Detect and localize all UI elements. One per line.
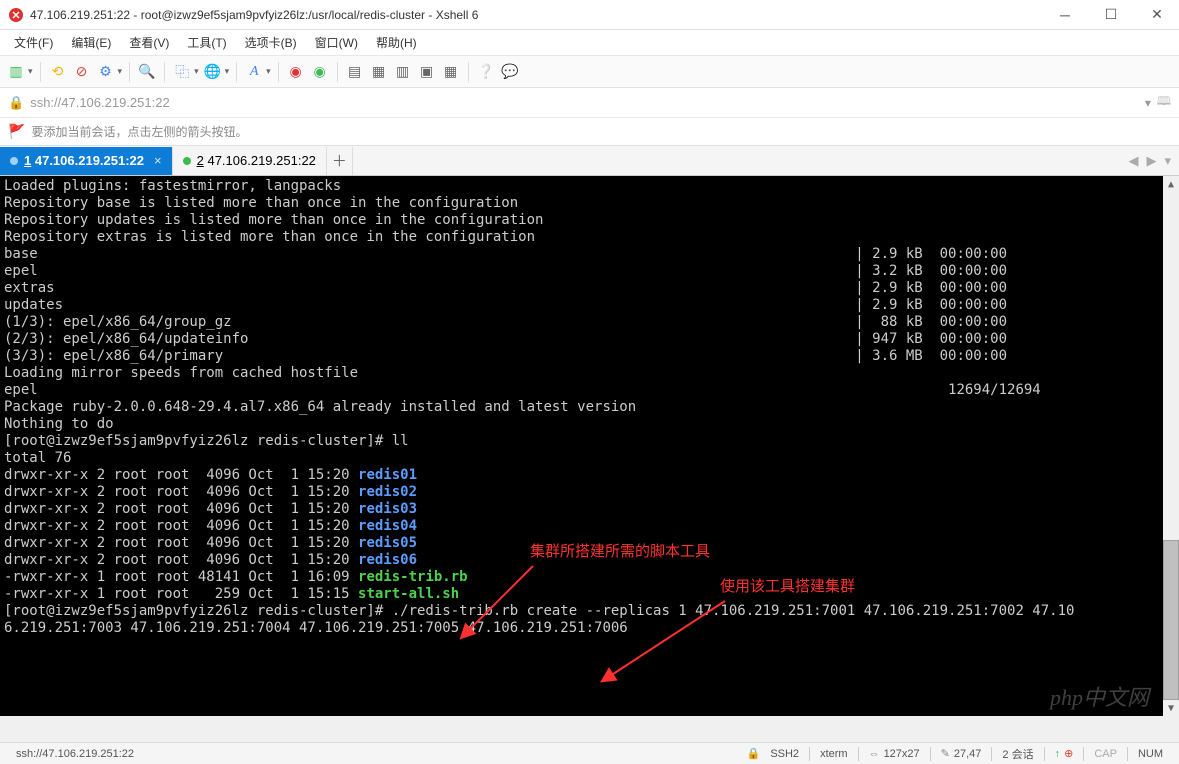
- scroll-thumb[interactable]: [1163, 540, 1179, 700]
- scroll-down-icon[interactable]: ▼: [1163, 700, 1179, 716]
- tab-prev-icon[interactable]: ◀: [1128, 153, 1138, 169]
- reconnect-icon[interactable]: ⟲: [48, 62, 68, 82]
- status-term: xterm: [810, 748, 858, 760]
- xagent-icon[interactable]: ◉: [286, 62, 306, 82]
- window-title: 47.106.219.251:22 - root@izwz9ef5sjam9pv…: [30, 8, 1051, 22]
- status-dot-icon: [10, 157, 18, 165]
- grid-icon[interactable]: ▦: [441, 62, 461, 82]
- tab-2[interactable]: 2 47.106.219.251:22: [173, 147, 327, 175]
- close-button[interactable]: ✕: [1143, 5, 1171, 25]
- tab-close-icon[interactable]: ×: [154, 153, 162, 168]
- terminal[interactable]: Loaded plugins: fastestmirror, langpacks…: [0, 176, 1179, 716]
- tab-1[interactable]: 1 47.106.219.251:22 ×: [0, 147, 173, 175]
- chat-icon[interactable]: 💬: [500, 62, 520, 82]
- status-size: ⇔127x27: [859, 748, 930, 760]
- menu-file[interactable]: 文件(F): [6, 31, 61, 54]
- tab-next-icon[interactable]: ▶: [1146, 153, 1156, 169]
- status-ssh: SSH2: [760, 748, 809, 760]
- hint-bar: 🚩 要添加当前会话，点击左侧的箭头按钮。: [0, 118, 1179, 146]
- vert-icon[interactable]: ▣: [417, 62, 437, 82]
- scrollbar[interactable]: ▲ ▼: [1163, 176, 1179, 716]
- help-icon[interactable]: ❔: [476, 62, 496, 82]
- menu-tools[interactable]: 工具(T): [179, 31, 234, 54]
- tab-label: 2 47.106.219.251:22: [197, 153, 316, 168]
- lock-icon: 🔒: [747, 747, 761, 760]
- menu-window[interactable]: 窗口(W): [307, 31, 366, 54]
- horiz-icon[interactable]: ▥: [393, 62, 413, 82]
- tab-nav: ◀ ▶ ▾: [1128, 153, 1179, 169]
- address-bar: 🔒 ssh://47.106.219.251:22 ▾ 🕮: [0, 88, 1179, 118]
- menu-bar: 文件(F) 编辑(E) 查看(V) 工具(T) 选项卡(B) 窗口(W) 帮助(…: [0, 30, 1179, 56]
- new-session-icon[interactable]: ▥: [6, 62, 26, 82]
- tab-menu-icon[interactable]: ▾: [1164, 153, 1171, 169]
- hint-text: 要添加当前会话，点击左侧的箭头按钮。: [31, 123, 247, 140]
- address-url[interactable]: ssh://47.106.219.251:22: [30, 95, 1139, 110]
- menu-view[interactable]: 查看(V): [121, 31, 177, 54]
- history-icon[interactable]: ▾: [1145, 96, 1151, 110]
- status-sessions: 2 会话: [992, 746, 1043, 762]
- lock-icon: 🔒: [8, 95, 24, 111]
- status-num: NUM: [1128, 748, 1173, 760]
- status-cap: CAP: [1084, 748, 1127, 760]
- globe-icon[interactable]: 🌐: [203, 62, 223, 82]
- tile-icon[interactable]: ▤: [345, 62, 365, 82]
- menu-edit[interactable]: 编辑(E): [63, 31, 119, 54]
- watermark: php中文网: [1050, 689, 1149, 706]
- tab-bar: 1 47.106.219.251:22 × 2 47.106.219.251:2…: [0, 146, 1179, 176]
- font-icon[interactable]: A: [244, 62, 264, 82]
- properties-icon[interactable]: ⚙: [96, 62, 116, 82]
- status-updown: ↑ ⊕: [1045, 747, 1084, 760]
- maximize-button[interactable]: ☐: [1097, 5, 1125, 25]
- disconnect-icon[interactable]: ⊘: [72, 62, 92, 82]
- menu-tab[interactable]: 选项卡(B): [237, 31, 305, 54]
- scroll-up-icon[interactable]: ▲: [1163, 176, 1179, 192]
- title-bar: 47.106.219.251:22 - root@izwz9ef5sjam9pv…: [0, 0, 1179, 30]
- app-icon: [8, 7, 24, 23]
- xftp-icon[interactable]: ◉: [310, 62, 330, 82]
- minimize-button[interactable]: ─: [1051, 5, 1079, 25]
- status-address: ssh://47.106.219.251:22: [6, 748, 144, 760]
- status-bar: ssh://47.106.219.251:22 🔒 SSH2 xterm ⇔12…: [0, 742, 1179, 764]
- search-icon[interactable]: 🔍: [137, 62, 157, 82]
- flag-icon[interactable]: 🚩: [8, 123, 25, 140]
- status-dot-icon: [183, 157, 191, 165]
- tab-add-button[interactable]: ＋: [327, 147, 353, 175]
- window-controls: ─ ☐ ✕: [1051, 5, 1171, 25]
- menu-help[interactable]: 帮助(H): [368, 31, 425, 54]
- tab-label: 1 47.106.219.251:22: [24, 153, 144, 168]
- bookmark-icon[interactable]: 🕮: [1157, 92, 1171, 113]
- cascade-icon[interactable]: ▦: [369, 62, 389, 82]
- status-pos: ✎27,47: [931, 747, 992, 760]
- copy-icon[interactable]: ⿻: [172, 62, 192, 82]
- toolbar: ▥▾ ⟲ ⊘ ⚙▾ 🔍 ⿻▾ 🌐▾ A▾ ◉ ◉ ▤ ▦ ▥ ▣ ▦ ❔ 💬: [0, 56, 1179, 88]
